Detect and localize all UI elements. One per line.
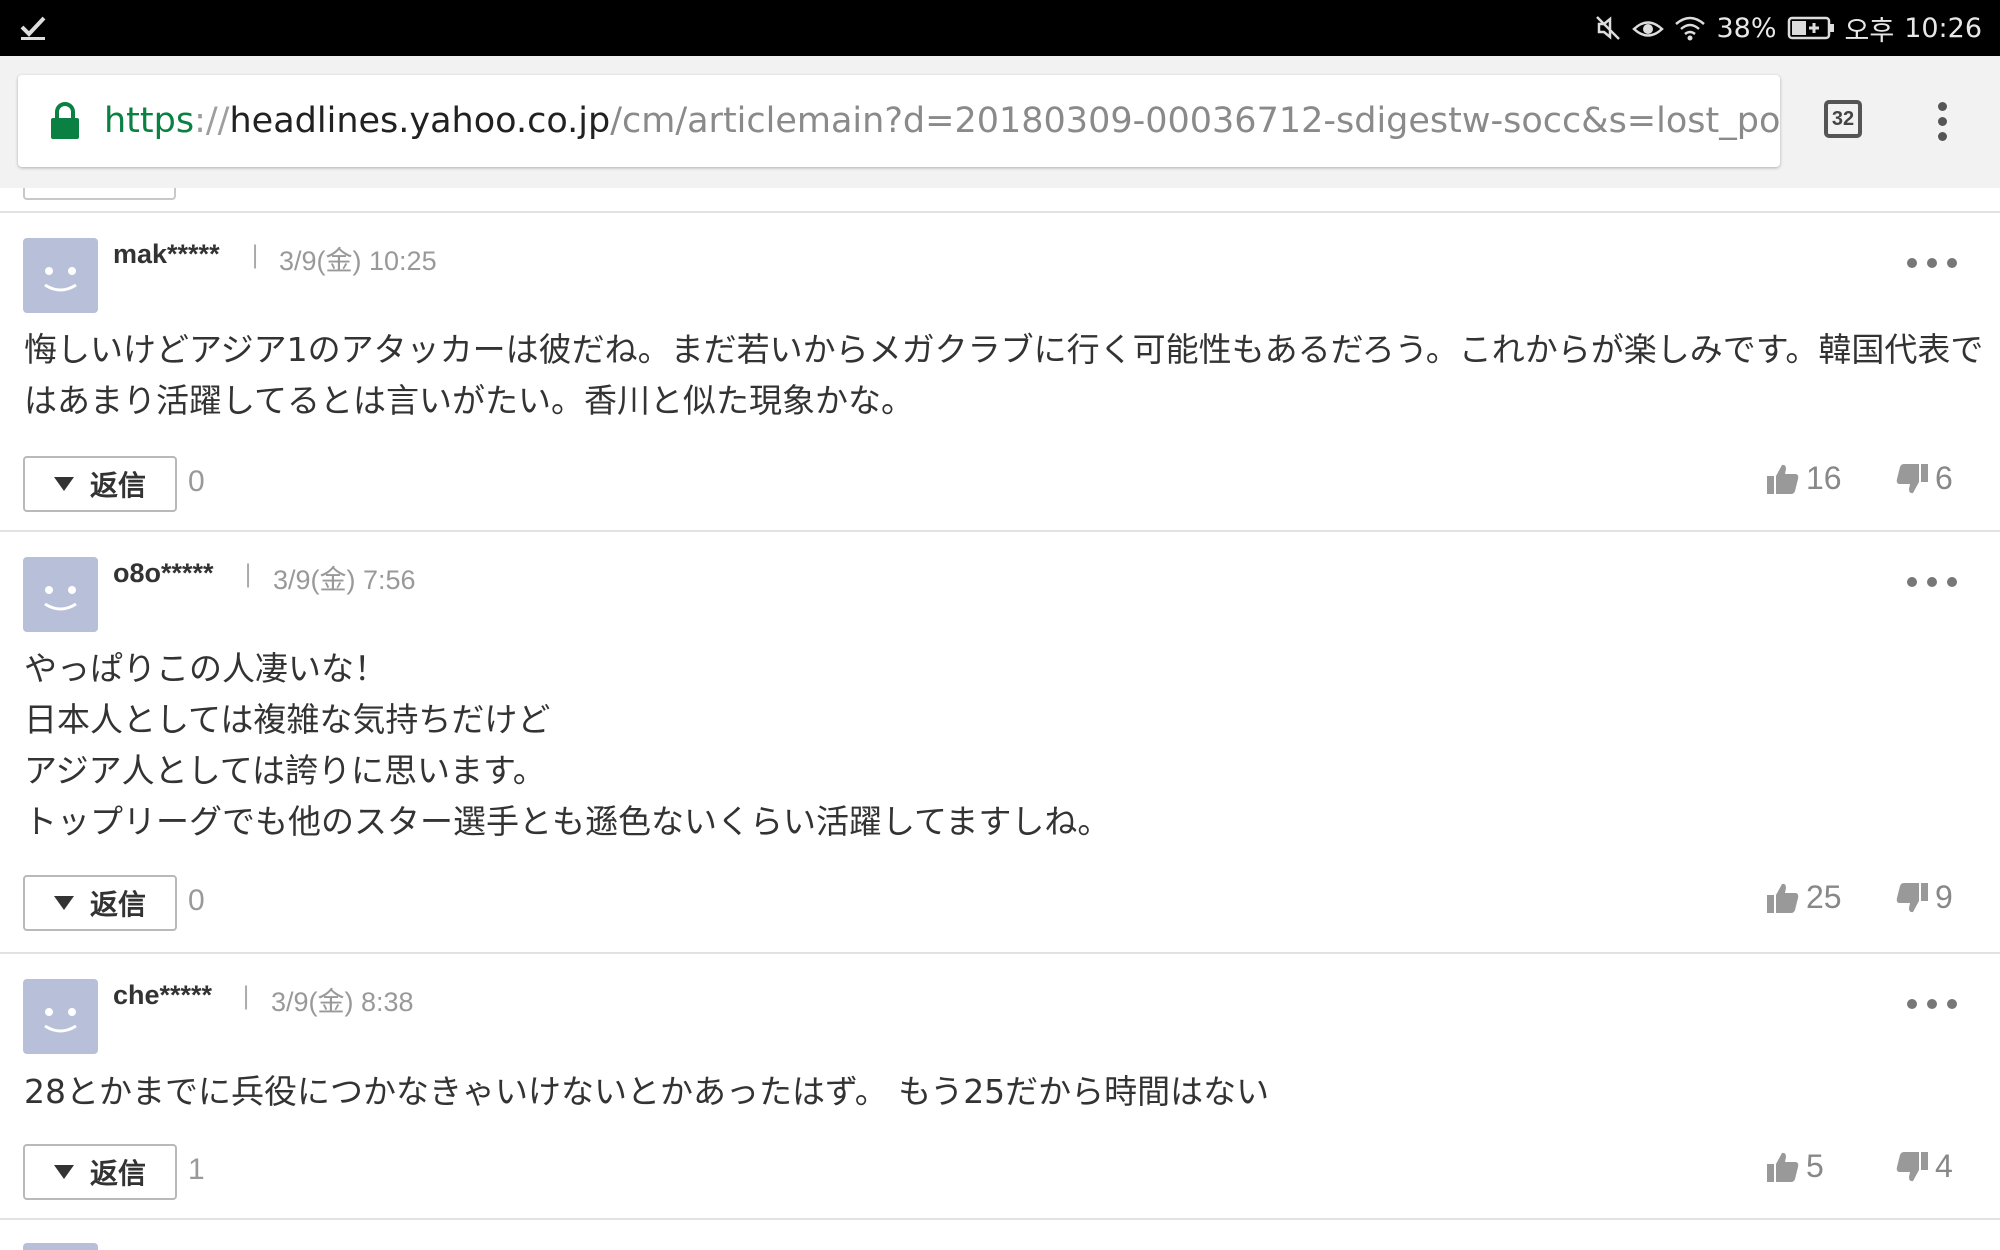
reply-label: 返信 [89, 469, 146, 502]
comment-date: 3/9(金) 8:38 [271, 987, 414, 1017]
clock-ampm: 오후 [1844, 15, 1895, 47]
thumbs-up-icon [1767, 464, 1799, 494]
clock-time: 10:26 [1904, 12, 1982, 44]
thumbs-up-icon [1767, 883, 1799, 913]
more-options-button[interactable] [1907, 256, 1957, 270]
dislike-count: 6 [1935, 460, 1953, 496]
previous-reply-button[interactable] [23, 188, 176, 200]
comment-date: 3/9(金) 7:56 [273, 565, 416, 595]
meta-divider: | [242, 982, 251, 1010]
triangle-down-icon [53, 896, 74, 910]
wifi-icon [1675, 16, 1706, 41]
reply-label: 返信 [89, 888, 146, 921]
lock-icon [51, 102, 79, 139]
comment-text: 悔しいけどアジア1のアタッカーは彼だね。まだ若いからメガクラブに行く可能性もある… [24, 330, 1984, 420]
divider [0, 1218, 2000, 1220]
tab-switcher-button[interactable]: 32 [1824, 100, 1862, 138]
avatar [23, 557, 98, 632]
thumbs-up-icon [1767, 1152, 1799, 1182]
browser-menu-button[interactable] [1930, 98, 1954, 146]
battery-percent: 38% [1716, 12, 1777, 44]
smiley-icon [44, 1008, 77, 1033]
thumbs-down-icon [1896, 463, 1928, 493]
reply-label: 返信 [89, 1157, 146, 1190]
menu-dot [1937, 102, 1947, 111]
dislike-count: 9 [1935, 879, 1953, 915]
meta-divider: | [251, 241, 260, 269]
url-text[interactable]: https://headlines.yahoo.co.jp/cm/article… [104, 101, 1780, 141]
username[interactable]: o8o***** [113, 558, 214, 589]
smiley-icon [44, 267, 77, 292]
like-button[interactable]: 25 [1766, 879, 1842, 916]
triangle-down-icon [53, 1165, 74, 1179]
url-path: /cm/articlemain?d=20180309-00036712-sdig… [610, 101, 1780, 141]
avatar [23, 1243, 98, 1250]
like-count: 25 [1806, 879, 1842, 915]
username[interactable]: mak***** [113, 239, 220, 270]
browser-toolbar: https://headlines.yahoo.co.jp/cm/article… [0, 56, 2000, 188]
url-scheme: https [104, 101, 195, 141]
status-icons: 38% 오후 10:26 [1594, 0, 1982, 56]
reply-count: 0 [188, 884, 205, 917]
battery-charging-icon [1787, 16, 1834, 40]
url-host: headlines.yahoo.co.jp [229, 101, 611, 141]
username[interactable]: che***** [113, 980, 212, 1011]
reply-count: 1 [188, 1153, 205, 1186]
reply-count: 0 [188, 465, 205, 498]
url-separator: :// [194, 101, 230, 141]
thumbs-down-icon [1896, 1151, 1928, 1181]
url-bar[interactable]: https://headlines.yahoo.co.jp/cm/article… [18, 75, 1780, 167]
triangle-down-icon [53, 477, 74, 491]
mute-icon [1596, 16, 1621, 40]
thumbs-down-icon [1896, 882, 1928, 912]
meta-divider: | [244, 560, 253, 588]
dislike-button[interactable]: 4 [1895, 1148, 1953, 1185]
dislike-count: 4 [1935, 1148, 1953, 1184]
comment-text: やっぱりこの人凄いな！ 日本人としては複雑な気持ちだけど アジア人としては誇りに… [24, 649, 1111, 841]
smiley-icon [44, 586, 77, 611]
checkmark-notification-icon [20, 16, 46, 40]
menu-dot [1937, 132, 1947, 141]
like-count: 16 [1806, 460, 1842, 496]
comment-item: che***** | 3/9(金) 8:38 28とかまでに兵役につかなきゃいけ… [0, 954, 2000, 1220]
dislike-button[interactable]: 6 [1895, 460, 1953, 497]
avatar [23, 979, 98, 1054]
like-button[interactable]: 5 [1766, 1148, 1824, 1185]
comment-date: 3/9(金) 10:25 [279, 246, 437, 276]
comment-item: o8o***** | 3/9(金) 7:56 やっぱりこの人凄いな！ 日本人とし… [0, 532, 2000, 938]
reply-button[interactable]: 返信 [23, 875, 177, 931]
comment-item: mak***** | 3/9(金) 10:25 悔しいけどアジア1のアタッカーは… [0, 213, 2000, 512]
more-options-button[interactable] [1907, 997, 1957, 1011]
reply-button[interactable]: 返信 [23, 456, 177, 512]
comments-list: mak***** | 3/9(金) 10:25 悔しいけどアジア1のアタッカーは… [0, 188, 2000, 1250]
status-bar: 38% 오후 10:26 [0, 0, 2000, 56]
like-button[interactable]: 16 [1766, 460, 1842, 497]
more-options-button[interactable] [1907, 575, 1957, 589]
comment-text: 28とかまでに兵役につかなきゃいけないとかあったはず。 もう25だから時間はない [24, 1072, 1270, 1111]
reply-button[interactable]: 返信 [23, 1144, 177, 1200]
eye-comfort-icon [1632, 21, 1665, 37]
like-count: 5 [1806, 1148, 1824, 1184]
avatar [23, 238, 98, 313]
dislike-button[interactable]: 9 [1895, 879, 1953, 916]
menu-dot [1937, 117, 1947, 126]
